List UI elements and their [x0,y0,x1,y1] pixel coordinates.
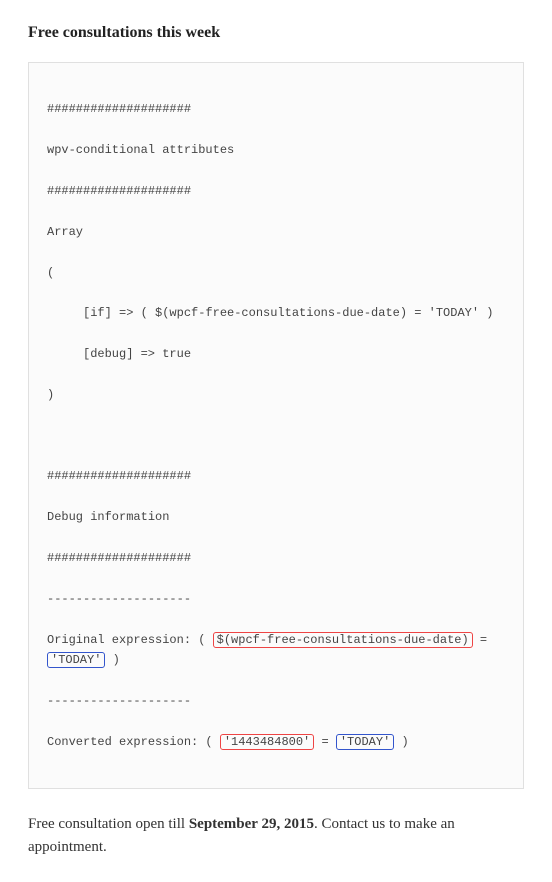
conv-value-highlight: '1443484800' [220,734,314,750]
orig-prefix: Original expression: ( [47,633,213,647]
hash-divider: #################### [47,99,505,119]
hash-divider: #################### [47,466,505,486]
orig-eq: = [473,633,495,647]
orig-field-highlight: $(wpcf-free-consultations-due-date) [213,632,473,648]
conv-suffix: ) [394,735,408,749]
blank-line [47,426,505,446]
hash-divider: #################### [47,548,505,568]
section-heading: Free consultations this week [28,24,524,42]
debug-info-label: Debug information [47,507,505,527]
converted-expression: Converted expression: ( '1443484800' = '… [47,732,505,752]
orig-suffix: ) [105,653,119,667]
conv-prefix: Converted expression: ( [47,735,220,749]
original-expression: Original expression: ( $(wpcf-free-consu… [47,630,505,671]
attrs-label: wpv-conditional attributes [47,140,505,160]
hash-divider: #################### [47,181,505,201]
paren-close: ) [47,385,505,405]
debug-line: [debug] => true [47,344,505,364]
if-line: [if] => ( $(wpcf-free-consultations-due-… [47,303,505,323]
footer-date: September 29, 2015 [189,816,314,832]
dash-divider: -------------------- [47,691,505,711]
paren-open: ( [47,263,505,283]
orig-today-highlight: 'TODAY' [47,652,105,668]
footer-before: Free consultation open till [28,816,189,832]
conv-today-highlight: 'TODAY' [336,734,394,750]
debug-code-block: #################### wpv-conditional att… [28,62,524,789]
conv-eq: = [314,735,336,749]
footer-text: Free consultation open till September 29… [28,813,524,858]
dash-divider: -------------------- [47,589,505,609]
array-label: Array [47,222,505,242]
